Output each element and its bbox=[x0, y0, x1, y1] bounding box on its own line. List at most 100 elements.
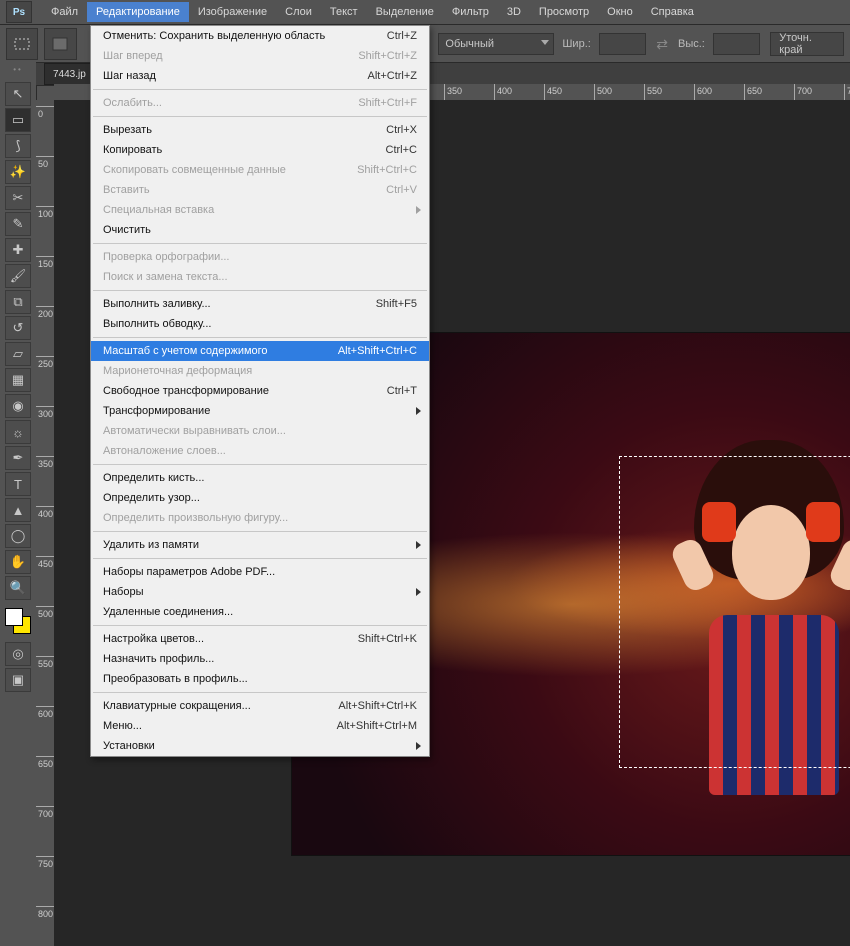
tool-healing[interactable]: ✚ bbox=[5, 238, 31, 262]
tool-move[interactable]: ↖ bbox=[5, 82, 31, 106]
fg-color-swatch[interactable] bbox=[5, 608, 23, 626]
menu-item[interactable]: Меню...Alt+Shift+Ctrl+M bbox=[91, 716, 429, 736]
menu-item-label: Определить кисть... bbox=[103, 472, 417, 484]
submenu-arrow-icon bbox=[416, 407, 421, 415]
submenu-arrow-icon bbox=[416, 588, 421, 596]
menu-item[interactable]: Выполнить обводку... bbox=[91, 314, 429, 334]
tool-quick-mask[interactable]: ◎ bbox=[5, 642, 31, 666]
menu-item[interactable]: Назначить профиль... bbox=[91, 649, 429, 669]
menu-слои[interactable]: Слои bbox=[276, 2, 321, 22]
menu-item: Автоматически выравнивать слои... bbox=[91, 421, 429, 441]
menu-item-shortcut: Shift+F5 bbox=[376, 298, 417, 310]
tool-marquee[interactable]: ▭ bbox=[5, 108, 31, 132]
tool-dodge[interactable]: ☼ bbox=[5, 420, 31, 444]
menu-редактирование[interactable]: Редактирование bbox=[87, 2, 189, 22]
menu-item-label: Меню... bbox=[103, 720, 337, 732]
menu-item[interactable]: Очистить bbox=[91, 220, 429, 240]
tool-history-brush[interactable]: ↺ bbox=[5, 316, 31, 340]
app-logo[interactable]: Ps bbox=[6, 1, 32, 23]
menu-item-label: Наборы bbox=[103, 586, 417, 598]
menu-item-shortcut: Ctrl+V bbox=[386, 184, 417, 196]
selection-marquee[interactable] bbox=[619, 456, 850, 768]
tool-lasso[interactable]: ⟆ bbox=[5, 134, 31, 158]
menu-item: Шаг впередShift+Ctrl+Z bbox=[91, 46, 429, 66]
menu-item-label: Выполнить обводку... bbox=[103, 318, 417, 330]
menu-справка[interactable]: Справка bbox=[642, 2, 703, 22]
menu-item[interactable]: Установки bbox=[91, 736, 429, 756]
menu-item[interactable]: Удалить из памяти bbox=[91, 535, 429, 555]
tool-screen-mode[interactable]: ▣ bbox=[5, 668, 31, 692]
menu-item[interactable]: Отменить: Сохранить выделенную областьCt… bbox=[91, 26, 429, 46]
tool-gradient[interactable]: ▦ bbox=[5, 368, 31, 392]
tool-pen[interactable]: ✒ bbox=[5, 446, 31, 470]
menu-item-label: Наборы параметров Adobe PDF... bbox=[103, 566, 417, 578]
tool-crop[interactable]: ✂ bbox=[5, 186, 31, 210]
tool-magic-wand[interactable]: ✨ bbox=[5, 160, 31, 184]
menu-просмотр[interactable]: Просмотр bbox=[530, 2, 598, 22]
menu-item[interactable]: КопироватьCtrl+C bbox=[91, 140, 429, 160]
menu-item-label: Клавиатурные сокращения... bbox=[103, 700, 338, 712]
grip-icon[interactable]: •• bbox=[0, 64, 36, 74]
menu-окно[interactable]: Окно bbox=[598, 2, 642, 22]
doc-preset[interactable] bbox=[44, 28, 76, 60]
menu-item-label: Определить узор... bbox=[103, 492, 417, 504]
blend-mode-select[interactable]: Обычный bbox=[438, 33, 554, 55]
ruler-tick: 450 bbox=[544, 84, 545, 100]
ruler-tick: 500 bbox=[594, 84, 595, 100]
menu-item-label: Отменить: Сохранить выделенную область bbox=[103, 30, 387, 42]
menu-item: Марионеточная деформация bbox=[91, 361, 429, 381]
menu-текст[interactable]: Текст bbox=[321, 2, 367, 22]
menu-item[interactable]: Клавиатурные сокращения...Alt+Shift+Ctrl… bbox=[91, 696, 429, 716]
toolbox: •• ↖▭⟆✨✂✎✚🖌⧉↺▱▦◉☼✒T▲◯✋🔍 ◎▣ bbox=[0, 62, 37, 946]
menu-item-label: Настройка цветов... bbox=[103, 633, 358, 645]
menu-item[interactable]: Определить узор... bbox=[91, 488, 429, 508]
menu-item[interactable]: Масштаб с учетом содержимогоAlt+Shift+Ct… bbox=[91, 341, 429, 361]
menu-item[interactable]: Наборы параметров Adobe PDF... bbox=[91, 562, 429, 582]
ruler-tick: 700 bbox=[36, 806, 54, 807]
tool-hand[interactable]: ✋ bbox=[5, 550, 31, 574]
height-input[interactable] bbox=[713, 33, 760, 55]
tool-shape[interactable]: ◯ bbox=[5, 524, 31, 548]
ruler-vertical[interactable]: 0501001502002503003504004505005506006507… bbox=[36, 100, 55, 946]
menu-item[interactable]: Настройка цветов...Shift+Ctrl+K bbox=[91, 629, 429, 649]
menu-item[interactable]: Шаг назадAlt+Ctrl+Z bbox=[91, 66, 429, 86]
menu-item[interactable]: Свободное трансформированиеCtrl+T bbox=[91, 381, 429, 401]
menu-3d[interactable]: 3D bbox=[498, 2, 530, 22]
menu-изображение[interactable]: Изображение bbox=[189, 2, 276, 22]
menu-item-label: Удалить из памяти bbox=[103, 539, 417, 551]
menu-item[interactable]: ВырезатьCtrl+X bbox=[91, 120, 429, 140]
tool-preset[interactable] bbox=[6, 28, 38, 60]
menu-item: ВставитьCtrl+V bbox=[91, 180, 429, 200]
menu-item-shortcut: Alt+Shift+Ctrl+C bbox=[338, 345, 417, 357]
tool-type[interactable]: T bbox=[5, 472, 31, 496]
tool-path-select[interactable]: ▲ bbox=[5, 498, 31, 522]
menu-item[interactable]: Выполнить заливку...Shift+F5 bbox=[91, 294, 429, 314]
menu-separator bbox=[93, 558, 427, 559]
tool-eraser[interactable]: ▱ bbox=[5, 342, 31, 366]
menubar: Ps ФайлРедактированиеИзображениеСлоиТекс… bbox=[0, 0, 850, 25]
menu-item[interactable]: Удаленные соединения... bbox=[91, 602, 429, 622]
menu-item[interactable]: Преобразовать в профиль... bbox=[91, 669, 429, 689]
swap-icon[interactable]: ⇄ bbox=[656, 36, 668, 53]
menu-item-label: Выполнить заливку... bbox=[103, 298, 376, 310]
ruler-tick: 400 bbox=[36, 506, 54, 507]
tool-eyedropper[interactable]: ✎ bbox=[5, 212, 31, 236]
menu-item-label: Проверка орфографии... bbox=[103, 251, 417, 263]
tool-blur[interactable]: ◉ bbox=[5, 394, 31, 418]
menu-выделение[interactable]: Выделение bbox=[367, 2, 443, 22]
refine-edge-button[interactable]: Уточн. край bbox=[770, 32, 844, 56]
menu-item-shortcut: Shift+Ctrl+C bbox=[357, 164, 417, 176]
color-swatches[interactable] bbox=[5, 608, 31, 634]
width-input[interactable] bbox=[599, 33, 646, 55]
menu-item[interactable]: Наборы bbox=[91, 582, 429, 602]
menu-item-label: Назначить профиль... bbox=[103, 653, 417, 665]
menu-item[interactable]: Определить кисть... bbox=[91, 468, 429, 488]
ruler-tick: 650 bbox=[744, 84, 745, 100]
menu-фильтр[interactable]: Фильтр bbox=[443, 2, 498, 22]
tool-stamp[interactable]: ⧉ bbox=[5, 290, 31, 314]
tool-zoom[interactable]: 🔍 bbox=[5, 576, 31, 600]
menu-файл[interactable]: Файл bbox=[42, 2, 87, 22]
tool-brush[interactable]: 🖌 bbox=[5, 264, 31, 288]
menu-item-label: Скопировать совмещенные данные bbox=[103, 164, 357, 176]
menu-item[interactable]: Трансформирование bbox=[91, 401, 429, 421]
